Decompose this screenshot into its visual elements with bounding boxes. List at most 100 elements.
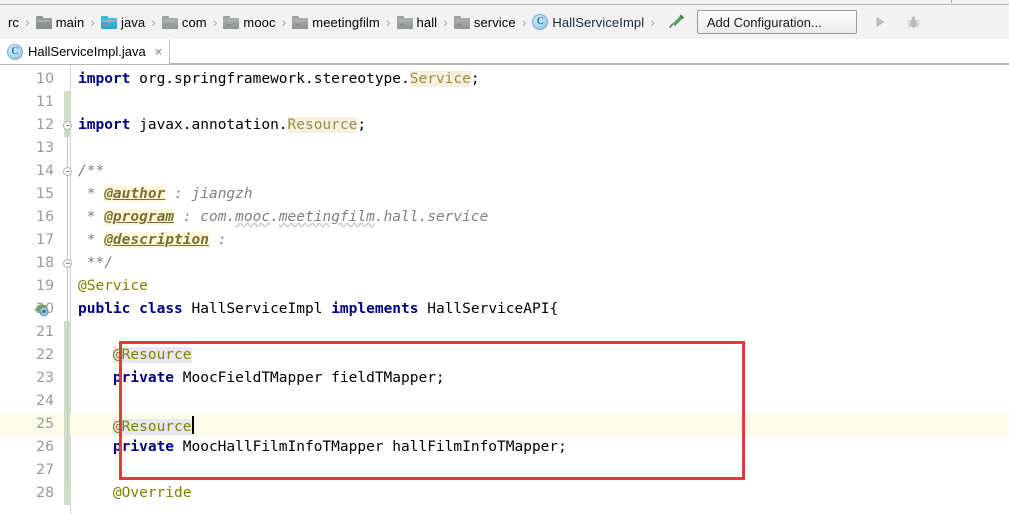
breadcrumb-label: rc [8,14,20,30]
code-line[interactable]: public class HallServiceImpl implements … [78,298,1009,321]
folder-icon [396,15,413,29]
code-line[interactable]: @Resource [78,344,1009,367]
code-token: @Service [78,278,148,294]
breadcrumb-label: main [55,14,85,30]
fold-toggle-icon[interactable] [63,167,72,176]
editor-tab-label: HallServiceImpl.java [28,44,146,59]
run-play-icon [876,17,885,27]
folder-icon [161,15,178,29]
breadcrumb-separator: › [443,14,448,30]
code-line[interactable] [78,137,1009,160]
breadcrumb-separator: › [385,14,391,30]
breadcrumb-label: mooc [243,14,276,30]
breadcrumb-separator: › [151,14,156,30]
code-token: **/ [78,255,113,271]
code-line[interactable]: private MoocFieldTMapper fieldTMapper; [78,367,1009,390]
code-editor[interactable]: 10 import org.springframework.stereotype.… [0,65,1009,514]
line-number: 15 [36,186,54,202]
code-token: public [78,301,131,317]
code-token: : [208,232,227,248]
line-number: 25 [36,416,54,432]
breadcrumb-item-java[interactable]: java [99,10,146,34]
code-line[interactable]: * @author : jiangzh [78,183,1009,206]
code-token: MoocFieldTMapper fieldTMapper; [174,370,445,386]
code-token: @description [104,232,209,248]
breadcrumb-item-mooc[interactable]: mooc [221,10,276,34]
fold-toggle-icon[interactable] [63,121,72,130]
code-token: class [139,301,183,317]
breadcrumb-item-hallserviceimpl[interactable]: C HallServiceImpl [530,10,645,34]
code-line[interactable]: @Service [78,275,1009,298]
line-number: 28 [36,485,54,501]
line-number: 19 [36,278,54,294]
code-line[interactable]: **/ [78,252,1009,275]
code-token: * [78,232,105,248]
breadcrumb-label: java [120,14,146,30]
folder-icon [100,15,117,29]
class-icon: C [532,14,549,30]
tab-strip-empty-area [170,39,1009,64]
code-line[interactable]: @Resource [78,413,1009,436]
line-number: 18 [36,255,54,271]
code-token: HallServiceImpl [182,301,332,317]
code-token: import [78,71,131,87]
line-number: 11 [36,94,54,110]
line-number: 17 [36,232,54,248]
code-line[interactable]: * @program : com.mooc.meetingfilm.hall.s… [78,206,1009,229]
code-token: @Override [112,485,192,501]
line-number: 13 [36,140,54,156]
run-button[interactable] [867,10,893,34]
folder-icon [453,15,470,29]
code-token: HallServiceAPI{ [418,301,559,317]
breadcrumb-item-hall[interactable]: hall [395,10,439,34]
code-line[interactable] [78,390,1009,413]
class-icon: C [7,43,23,60]
breadcrumb-label: HallServiceImpl [552,14,645,30]
line-number: 27 [36,462,54,478]
breadcrumb-item-main[interactable]: main [34,10,86,34]
folder-icon [292,15,309,29]
code-token: Resource [287,117,358,133]
gutter-separator [70,65,71,514]
code-token: . [270,209,279,225]
folder-icon [223,15,240,29]
breadcrumb-item-service[interactable]: service [452,10,517,34]
code-token: @author [104,186,166,202]
code-line[interactable] [78,321,1009,344]
code-token: implements [331,301,419,317]
code-token: private [112,439,175,455]
breadcrumb-item-rc[interactable]: rc [2,10,20,34]
fold-region-line [67,309,68,482]
debug-bug-icon [907,16,920,27]
text-caret [191,416,194,434]
close-icon[interactable]: × [155,45,163,58]
fold-toggle-icon[interactable] [63,259,72,268]
line-number: 26 [36,439,54,455]
code-line[interactable]: @Override [78,482,1009,505]
code-token: .hall.service [374,209,489,225]
debug-button[interactable] [901,10,927,34]
code-token: ; [470,71,480,87]
add-configuration-button[interactable]: Add Configuration... [696,10,857,34]
code-line[interactable] [78,459,1009,482]
code-line[interactable]: /** [78,160,1009,183]
breadcrumb-item-meetingfilm[interactable]: meetingfilm [290,10,381,34]
editor-tab-hallserviceimpl[interactable]: C HallServiceImpl.java × [0,39,171,64]
breadcrumb-separator: › [212,14,218,30]
breadcrumb-separator: › [25,14,30,30]
code-line[interactable]: import org.springframework.stereotype.Se… [78,68,1009,91]
breadcrumb-label: meetingfilm [312,14,380,30]
code-token: ; [357,117,367,133]
hammer-icon[interactable] [665,11,687,33]
code-line[interactable] [78,91,1009,114]
line-number: 10 [36,71,54,87]
code-line[interactable]: import javax.annotation.Resource; [78,114,1009,137]
add-configuration-label: Add Configuration... [706,14,822,30]
code-line[interactable]: private MoocHallFilmInfoTMapper hallFilm… [78,436,1009,459]
code-line[interactable]: * @description : [78,229,1009,252]
line-number: 20 [36,301,54,317]
breadcrumb-separator: › [281,14,287,30]
breadcrumb-item-com[interactable]: com [160,10,208,34]
